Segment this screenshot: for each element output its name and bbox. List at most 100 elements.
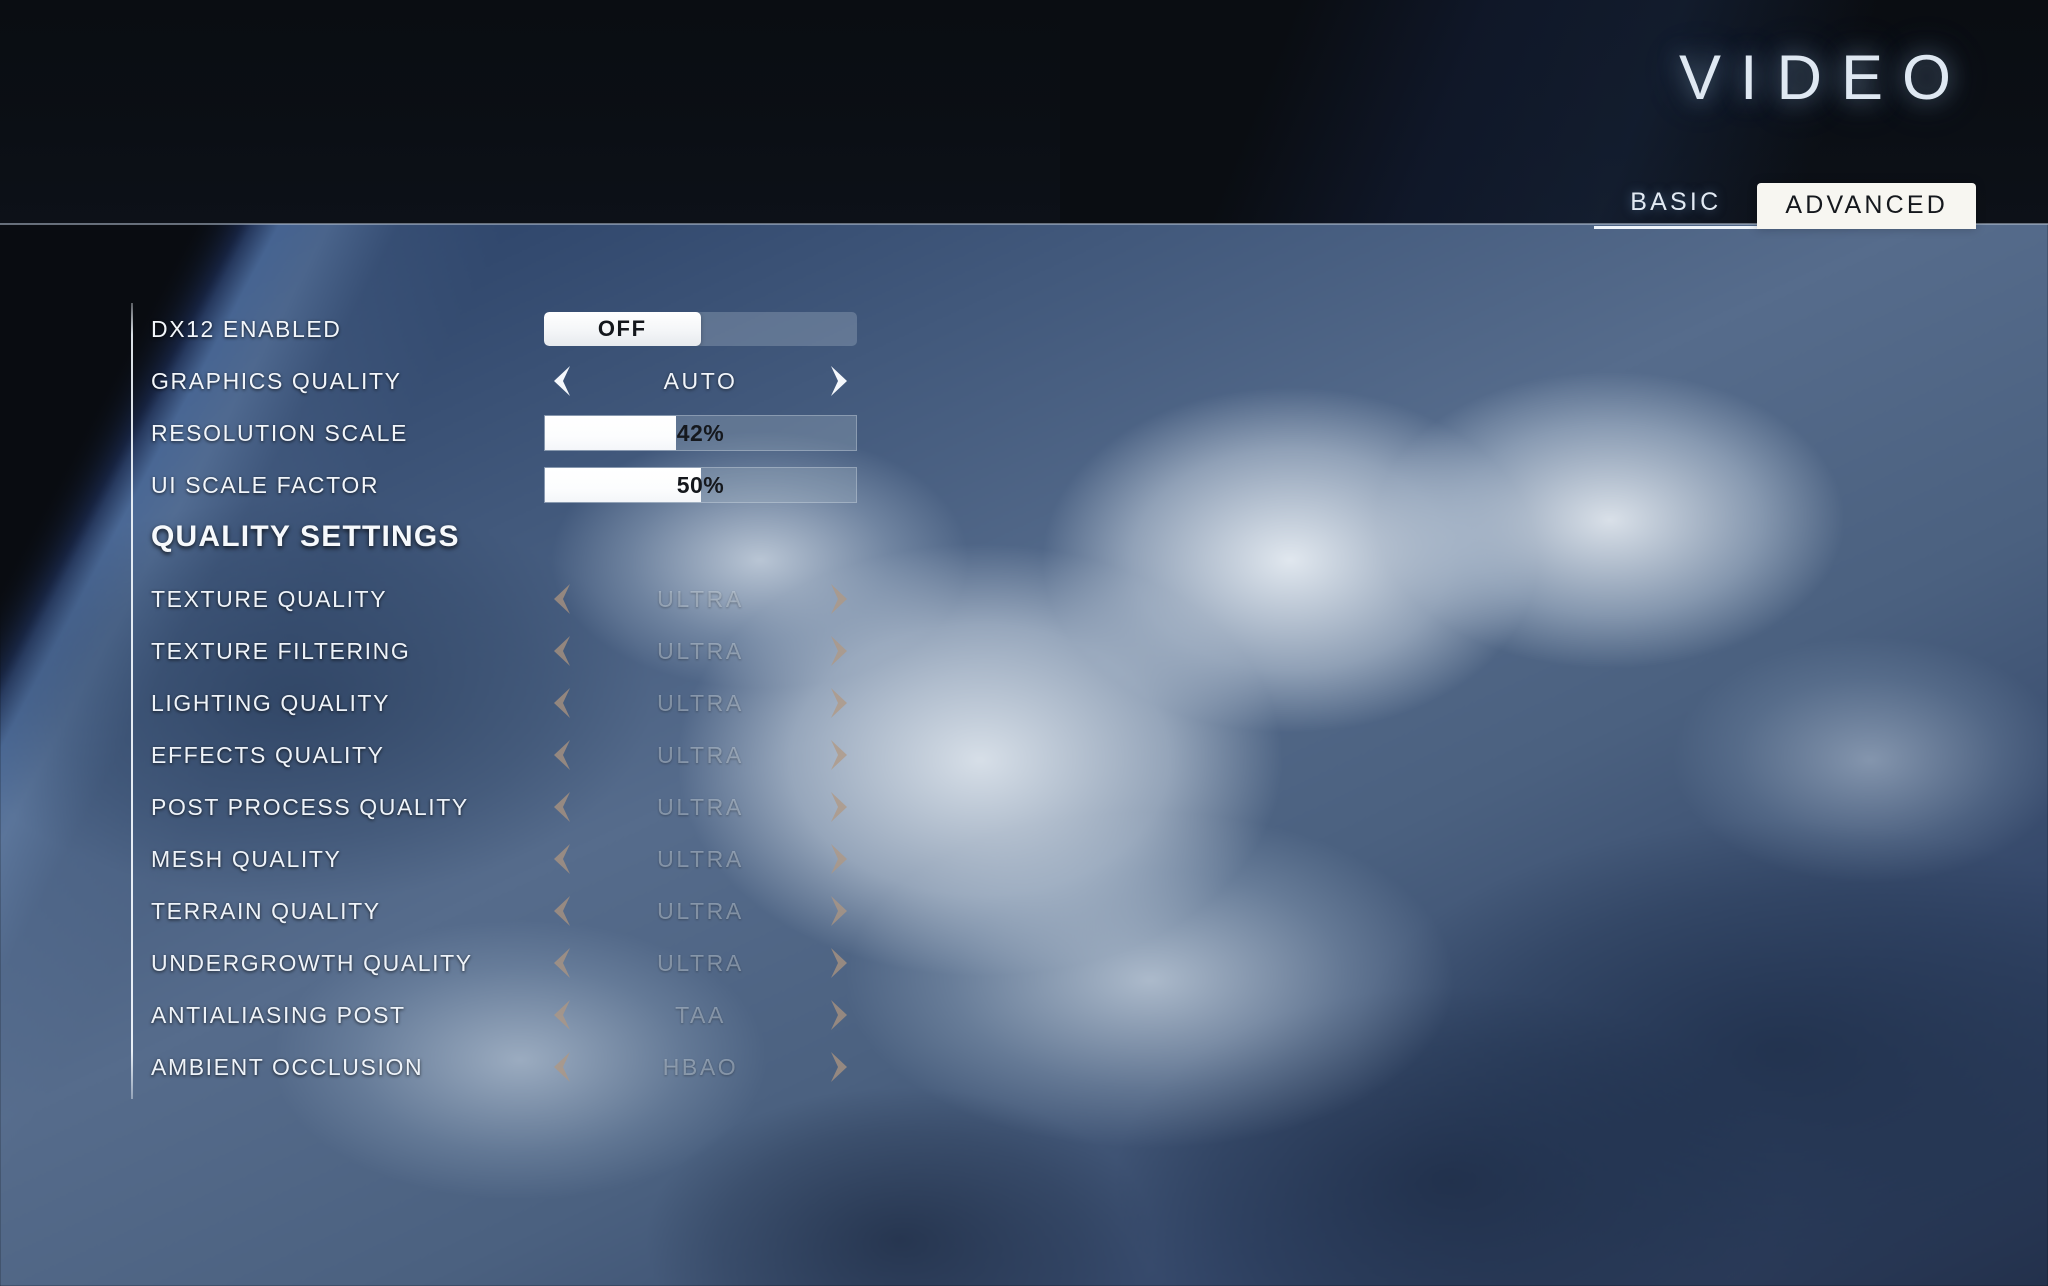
graphics-quality-value: AUTO [663, 367, 738, 394]
setting-label: TERRAIN QUALITY [151, 897, 381, 924]
tab-basic-label: BASIC [1630, 188, 1722, 216]
setting-control: ULTRA [544, 839, 859, 879]
quality-spinner[interactable]: ULTRA [544, 891, 857, 931]
setting-row-graphics-quality[interactable]: GRAPHICS QUALITY AUTO [151, 355, 891, 407]
dx12-toggle-value: OFF [597, 316, 647, 341]
setting-label: AMBIENT OCCLUSION [151, 1053, 424, 1080]
quality-spinner[interactable]: ULTRA [544, 631, 857, 671]
chevron-left-icon[interactable] [544, 683, 578, 723]
chevron-right-icon[interactable] [823, 995, 857, 1035]
quality-spinner[interactable]: ULTRA [544, 579, 857, 619]
setting-label: LIGHTING QUALITY [151, 689, 391, 716]
chevron-right-icon[interactable] [823, 1047, 857, 1087]
quality-spinner[interactable]: ULTRA [544, 787, 857, 827]
setting-control: 50% [544, 465, 859, 505]
chevron-right-icon[interactable] [823, 839, 857, 879]
setting-row-terrain-quality[interactable]: TERRAIN QUALITY ULTRA [151, 885, 891, 937]
setting-row-ui-scale-factor[interactable]: UI SCALE FACTOR 50% [151, 459, 891, 511]
chevron-right-icon[interactable] [823, 683, 857, 723]
setting-label: TEXTURE FILTERING [151, 637, 411, 664]
chevron-right-icon[interactable] [823, 735, 857, 775]
quality-spinner[interactable]: ULTRA [544, 683, 857, 723]
quality-spinner[interactable]: HBAO [544, 1047, 857, 1087]
setting-row-undergrowth-quality[interactable]: UNDERGROWTH QUALITY ULTRA [151, 937, 891, 989]
chevron-left-icon[interactable] [544, 839, 578, 879]
quality-value: ULTRA [657, 793, 744, 820]
chevron-left-icon[interactable] [544, 943, 578, 983]
setting-control: ULTRA [544, 943, 859, 983]
setting-control: HBAO [544, 1047, 859, 1087]
settings-panel: DX12 ENABLED OFF GRAPHICS QUALITY AUTO R… [131, 303, 891, 1099]
setting-label: EFFECTS QUALITY [151, 741, 385, 768]
chevron-right-icon[interactable] [823, 631, 857, 671]
quality-value: ULTRA [657, 585, 744, 612]
graphics-quality-spinner[interactable]: AUTO [544, 361, 857, 401]
setting-label: GRAPHICS QUALITY [151, 367, 402, 394]
tab-basic[interactable]: BASIC [1594, 183, 1758, 229]
setting-row-mesh-quality[interactable]: MESH QUALITY ULTRA [151, 833, 891, 885]
resolution-scale-slider[interactable]: 42% [544, 415, 857, 451]
quality-value: HBAO [662, 1053, 739, 1080]
chevron-right-icon[interactable] [823, 579, 857, 619]
page-title: VIDEO [1678, 43, 1970, 113]
setting-row-resolution-scale[interactable]: RESOLUTION SCALE 42% [151, 407, 891, 459]
chevron-left-icon[interactable] [544, 891, 578, 931]
setting-row-effects-quality[interactable]: EFFECTS QUALITY ULTRA [151, 729, 891, 781]
resolution-scale-value: 42% [676, 419, 725, 446]
setting-row-texture-quality[interactable]: TEXTURE QUALITY ULTRA [151, 573, 891, 625]
setting-control: ULTRA [544, 631, 859, 671]
chevron-left-icon[interactable] [544, 787, 578, 827]
chevron-left-icon[interactable] [544, 361, 578, 401]
quality-settings-section-header: QUALITY SETTINGS [151, 511, 891, 563]
video-settings-screen: VIDEO BASIC ADVANCED DX12 ENABLED OFF GR… [0, 0, 2048, 1286]
setting-control: ULTRA [544, 579, 859, 619]
dx12-toggle-knob[interactable]: OFF [544, 312, 701, 346]
chevron-left-icon[interactable] [544, 1047, 578, 1087]
quality-value: ULTRA [657, 897, 744, 924]
setting-control: ULTRA [544, 735, 859, 775]
setting-control: ULTRA [544, 787, 859, 827]
chevron-right-icon[interactable] [823, 361, 857, 401]
setting-control: OFF [544, 309, 859, 349]
chevron-right-icon[interactable] [823, 891, 857, 931]
setting-control: AUTO [544, 361, 859, 401]
setting-label: UI SCALE FACTOR [151, 471, 380, 498]
setting-row-post-process-quality[interactable]: POST PROCESS QUALITY ULTRA [151, 781, 891, 833]
tab-bar: BASIC ADVANCED [1594, 183, 1976, 229]
setting-row-texture-filtering[interactable]: TEXTURE FILTERING ULTRA [151, 625, 891, 677]
chevron-left-icon[interactable] [544, 631, 578, 671]
chevron-left-icon[interactable] [544, 579, 578, 619]
ui-scale-factor-slider[interactable]: 50% [544, 467, 857, 503]
setting-label: DX12 ENABLED [151, 315, 342, 342]
setting-row-ambient-occlusion[interactable]: AMBIENT OCCLUSION HBAO [151, 1041, 891, 1093]
quality-spinner[interactable]: ULTRA [544, 943, 857, 983]
quality-spinner[interactable]: TAA [544, 995, 857, 1035]
setting-label: MESH QUALITY [151, 845, 342, 872]
quality-value: ULTRA [657, 845, 744, 872]
setting-row-dx12-enabled[interactable]: DX12 ENABLED OFF [151, 303, 891, 355]
quality-spinner[interactable]: ULTRA [544, 839, 857, 879]
setting-label: ANTIALIASING POST [151, 1001, 406, 1028]
setting-label: TEXTURE QUALITY [151, 585, 388, 612]
setting-row-antialiasing-post[interactable]: ANTIALIASING POST TAA [151, 989, 891, 1041]
tab-advanced[interactable]: ADVANCED [1757, 183, 1976, 229]
quality-value: TAA [675, 1001, 726, 1028]
setting-control: TAA [544, 995, 859, 1035]
setting-row-lighting-quality[interactable]: LIGHTING QUALITY ULTRA [151, 677, 891, 729]
quality-spinner[interactable]: ULTRA [544, 735, 857, 775]
quality-value: ULTRA [657, 949, 744, 976]
setting-control: ULTRA [544, 683, 859, 723]
chevron-right-icon[interactable] [823, 943, 857, 983]
chevron-left-icon[interactable] [544, 995, 578, 1035]
settings-list: DX12 ENABLED OFF GRAPHICS QUALITY AUTO R… [131, 303, 891, 1093]
chevron-right-icon[interactable] [823, 787, 857, 827]
setting-label: RESOLUTION SCALE [151, 419, 408, 446]
tab-advanced-label: ADVANCED [1785, 190, 1948, 219]
dx12-toggle[interactable]: OFF [544, 312, 857, 346]
quality-value: ULTRA [657, 689, 744, 716]
quality-value: ULTRA [657, 741, 744, 768]
quality-value: ULTRA [657, 637, 744, 664]
chevron-left-icon[interactable] [544, 735, 578, 775]
quality-settings-heading: QUALITY SETTINGS [151, 520, 460, 553]
ui-scale-factor-value: 50% [676, 471, 725, 498]
